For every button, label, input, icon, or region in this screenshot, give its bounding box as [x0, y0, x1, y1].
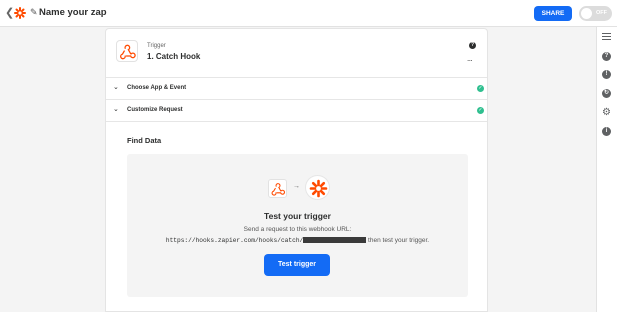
notes-icon[interactable]	[602, 33, 611, 41]
toggle-label: OFF	[596, 10, 607, 16]
arrow-right-icon: →	[293, 183, 300, 190]
toggle-knob	[581, 8, 592, 19]
step-card: Trigger 1. Catch Hook ? ... ⌄ Choose App…	[105, 28, 488, 312]
chevron-down-icon: ⌄	[113, 84, 119, 91]
check-icon: ✓	[477, 107, 484, 114]
webhooks-icon	[268, 179, 287, 198]
info-icon[interactable]: i	[602, 127, 611, 136]
test-panel: → Test your trigger Send a request to th…	[127, 154, 468, 297]
help-icon[interactable]: ?	[602, 52, 611, 61]
zapier-logo-icon[interactable]	[14, 7, 26, 19]
top-bar: ❮ ✎ Name your zap SHARE OFF	[0, 0, 617, 27]
more-options-icon[interactable]: ...	[467, 55, 473, 63]
zapier-logo-icon	[305, 175, 330, 200]
check-icon: ✓	[477, 85, 484, 92]
section-label: Customize Request	[127, 107, 183, 113]
section-label: Choose App & Event	[127, 85, 187, 91]
webhooks-icon	[116, 40, 138, 62]
alert-icon[interactable]: !	[602, 70, 611, 79]
test-trigger-button[interactable]: Test trigger	[264, 254, 330, 276]
send-instructions: Send a request to this webhook URL:	[243, 226, 352, 233]
test-title: Test your trigger	[264, 211, 331, 221]
chevron-down-icon: ⌄	[113, 106, 119, 113]
zap-name[interactable]: Name your zap	[39, 7, 107, 19]
zap-toggle[interactable]: OFF	[579, 6, 612, 21]
step-title: 1. Catch Hook	[147, 52, 201, 61]
section-customize-request[interactable]: ⌄ Customize Request ✓	[106, 99, 487, 121]
right-sidebar: ? ! ↻ ⚙ i	[596, 27, 617, 312]
webhook-url[interactable]: https://hooks.zapier.com/hooks/catch/	[166, 237, 303, 244]
chevron-left-icon[interactable]: ❮	[5, 7, 14, 19]
find-data-heading: Find Data	[127, 136, 162, 145]
redacted-url-part	[303, 237, 367, 243]
webhook-url-line: https://hooks.zapier.com/hooks/catch/ th…	[127, 237, 468, 244]
gear-icon[interactable]: ⚙	[601, 107, 612, 118]
pencil-icon[interactable]: ✎	[30, 7, 38, 17]
step-type-label: Trigger	[147, 43, 166, 49]
section-divider	[106, 121, 487, 122]
history-icon[interactable]: ↻	[602, 89, 611, 98]
url-suffix: then test your trigger.	[366, 237, 430, 244]
help-icon[interactable]: ?	[469, 42, 476, 49]
section-choose-app[interactable]: ⌄ Choose App & Event ✓	[106, 77, 487, 99]
share-button[interactable]: SHARE	[534, 6, 572, 21]
